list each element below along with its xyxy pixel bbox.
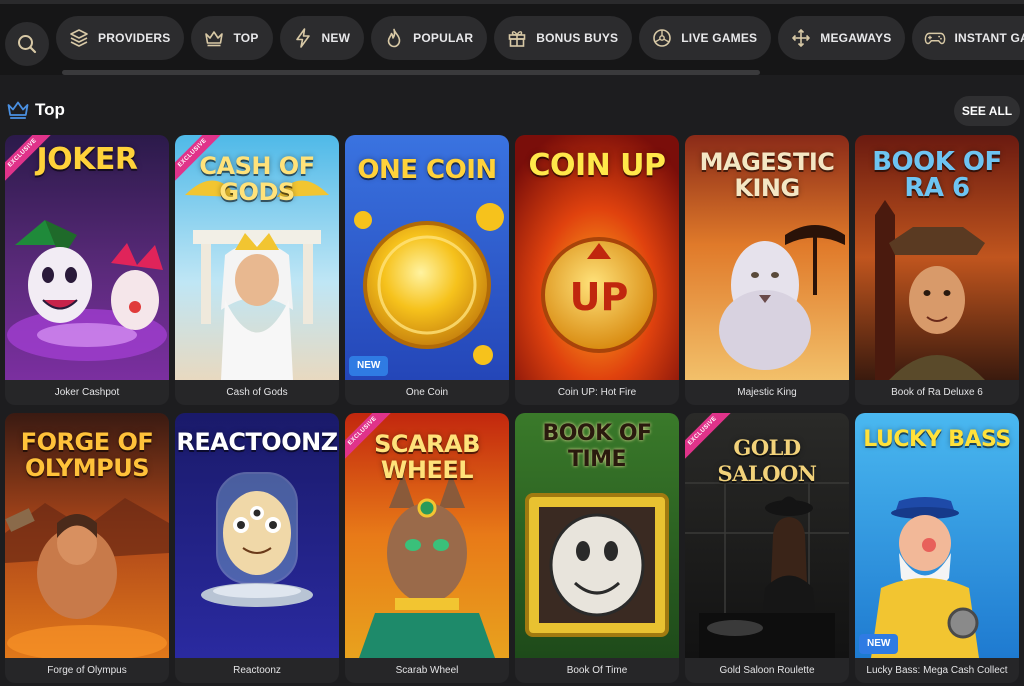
new-badge: NEW <box>859 634 899 654</box>
crown-icon <box>203 27 225 49</box>
game-title: One Coin <box>405 387 449 398</box>
layers-icon <box>68 27 90 49</box>
game-card-gold-saloon-roulette[interactable]: GOLD SALOON EXCLUSIVE Gold Saloon Roulet… <box>685 413 849 683</box>
category-pills: PROVIDERS TOP NEW POPULAR BONUS BUYS LIV… <box>56 16 1024 60</box>
new-pill[interactable]: NEW <box>279 16 365 60</box>
game-title: Joker Cashpot <box>54 387 120 398</box>
game-title: Lucky Bass: Mega Cash Collect <box>866 665 1008 676</box>
game-title: Forge of Olympus <box>47 665 127 676</box>
game-card-lucky-bass[interactable]: LUCKY BASS NEW Lucky Bass: Mega Cash Col… <box>855 413 1019 683</box>
crown-icon <box>7 101 29 119</box>
pill-label: PROVIDERS <box>98 31 171 45</box>
game-title: Book Of Time <box>566 665 628 676</box>
game-thumbnail: ONE COIN NEW <box>345 135 509 380</box>
instant-games-pill[interactable]: INSTANT GAMES <box>912 16 1024 60</box>
game-thumbnail: CASH OF GODS EXCLUSIVE <box>175 135 339 380</box>
bonus-buys-pill[interactable]: BONUS BUYS <box>494 16 633 60</box>
game-card-one-coin[interactable]: ONE COIN NEW One Coin <box>345 135 509 405</box>
see-all-button[interactable]: SEE ALL <box>954 96 1020 126</box>
providers-pill[interactable]: PROVIDERS <box>56 16 185 60</box>
games-grid: JOKER EXCLUSIVE Joker Cashpot CASH OF GO… <box>5 135 1021 683</box>
game-card-forge-of-olympus[interactable]: FORGE OF OLYMPUS Forge of Olympus <box>5 413 169 683</box>
horizontal-scrollbar[interactable] <box>62 70 760 75</box>
game-title: Coin UP: Hot Fire <box>557 387 637 398</box>
gamepad-icon <box>924 27 946 49</box>
game-card-coin-up-hot-fire[interactable]: UP COIN UP Coin UP: Hot Fire <box>515 135 679 405</box>
section-header: Top SEE ALL <box>0 93 1024 127</box>
game-thumbnail: BOOK OF TIME <box>515 413 679 658</box>
game-thumbnail: UP COIN UP <box>515 135 679 380</box>
pill-label: POPULAR <box>413 31 474 45</box>
game-card-scarab-wheel[interactable]: SCARAB WHEEL EXCLUSIVE Scarab Wheel <box>345 413 509 683</box>
game-logo: REACTOONZ <box>176 428 338 456</box>
roulette-icon <box>651 27 673 49</box>
game-thumbnail: JOKER EXCLUSIVE <box>5 135 169 380</box>
game-title: Majestic King <box>737 387 797 398</box>
game-thumbnail: BOOK OF RA 6 <box>855 135 1019 380</box>
game-card-book-of-time[interactable]: BOOK OF TIME Book Of Time <box>515 413 679 683</box>
arrows-icon <box>790 27 812 49</box>
new-badge: NEW <box>349 356 389 376</box>
game-logo: ONE COIN <box>357 155 497 185</box>
game-card-reactoonz[interactable]: REACTOONZ Reactoonz <box>175 413 339 683</box>
game-logo: CASH OF GODS <box>199 152 315 206</box>
search-icon <box>18 35 37 54</box>
game-title: Reactoonz <box>233 665 281 676</box>
game-title: Book of Ra Deluxe 6 <box>891 387 983 398</box>
pill-label: BONUS BUYS <box>536 31 619 45</box>
game-logo: COIN UP <box>528 148 666 183</box>
game-card-cash-of-gods[interactable]: CASH OF GODS EXCLUSIVE Cash of Gods <box>175 135 339 405</box>
game-title: Gold Saloon Roulette <box>719 665 815 676</box>
game-thumbnail: REACTOONZ <box>175 413 339 658</box>
game-thumbnail: GOLD SALOON EXCLUSIVE <box>685 413 849 658</box>
pill-label: NEW <box>321 31 351 45</box>
pill-label: INSTANT GAMES <box>954 31 1024 45</box>
gift-icon <box>506 27 528 49</box>
pill-label: LIVE GAMES <box>681 31 758 45</box>
pill-label: TOP <box>233 31 259 45</box>
megaways-pill[interactable]: MEGAWAYS <box>778 16 906 60</box>
game-logo: MAGESTIC KING <box>699 148 835 202</box>
category-bar: PROVIDERS TOP NEW POPULAR BONUS BUYS LIV… <box>0 0 1024 75</box>
game-logo: FORGE OF OLYMPUS <box>20 428 154 482</box>
game-logo: BOOK OF RA 6 <box>872 147 1002 203</box>
game-logo: SCARAB WHEEL <box>374 430 480 484</box>
game-title: Cash of Gods <box>226 387 288 398</box>
section-title: Top <box>35 100 65 119</box>
game-logo: GOLD SALOON <box>717 435 817 486</box>
game-thumbnail: FORGE OF OLYMPUS <box>5 413 169 658</box>
game-thumbnail: SCARAB WHEEL EXCLUSIVE <box>345 413 509 658</box>
search-button[interactable] <box>5 22 49 66</box>
game-logo: BOOK OF TIME <box>542 421 652 472</box>
game-thumbnail: MAGESTIC KING <box>685 135 849 380</box>
game-thumbnail: LUCKY BASS NEW <box>855 413 1019 658</box>
pill-label: MEGAWAYS <box>820 31 892 45</box>
game-card-majestic-king[interactable]: MAGESTIC KING Majestic King <box>685 135 849 405</box>
game-title: Scarab Wheel <box>395 665 459 676</box>
popular-pill[interactable]: POPULAR <box>371 16 488 60</box>
svg-text:UP: UP <box>570 275 629 319</box>
game-logo: LUCKY BASS <box>863 427 1011 452</box>
lightning-icon <box>292 27 314 49</box>
flame-icon <box>383 27 405 49</box>
game-card-joker-cashpot[interactable]: JOKER EXCLUSIVE Joker Cashpot <box>5 135 169 405</box>
game-card-book-of-ra-deluxe-6[interactable]: BOOK OF RA 6 Book of Ra Deluxe 6 <box>855 135 1019 405</box>
live-games-pill[interactable]: LIVE GAMES <box>639 16 772 60</box>
top-pill[interactable]: TOP <box>191 16 273 60</box>
